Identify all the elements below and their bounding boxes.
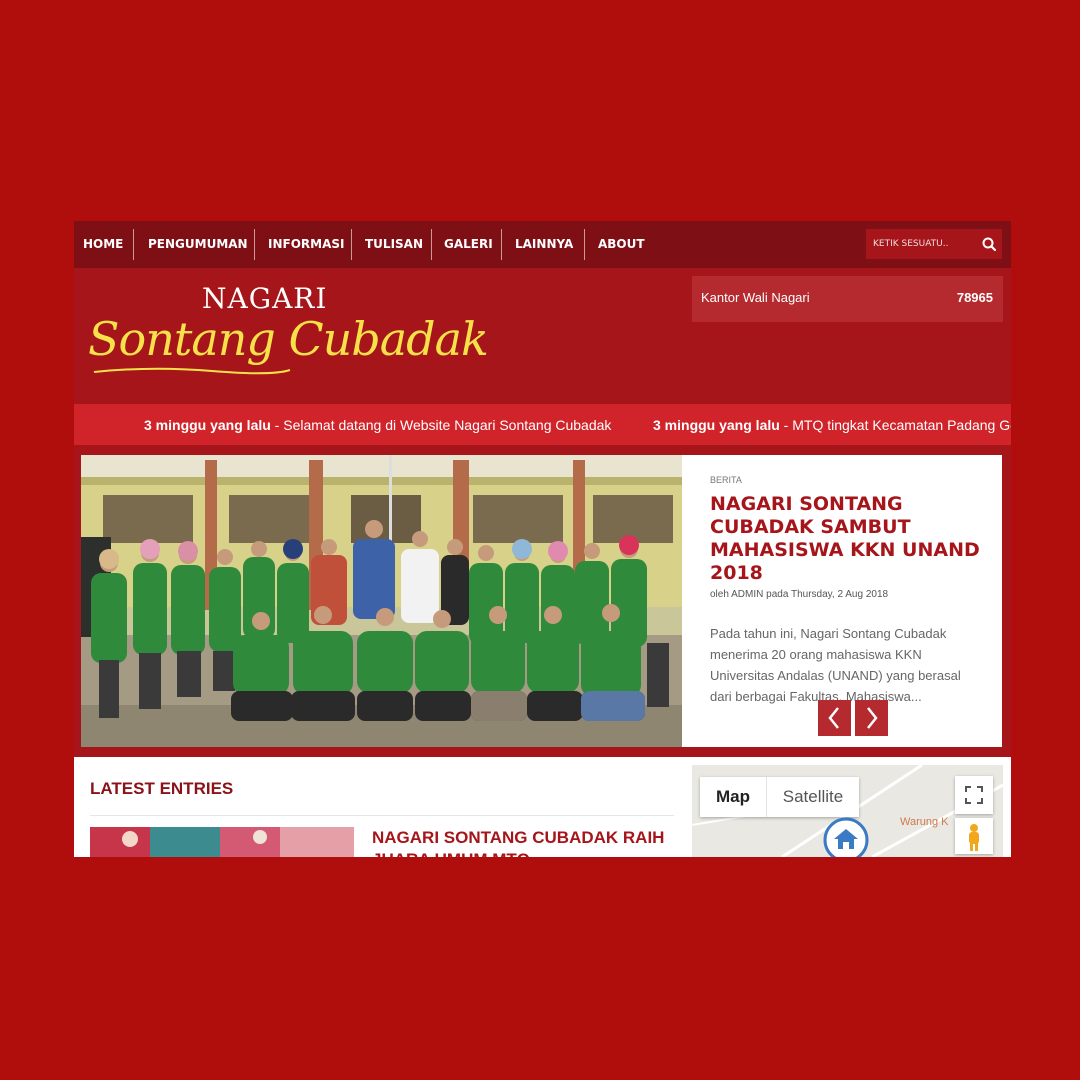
- article-category[interactable]: BERITA: [710, 475, 742, 485]
- article-title[interactable]: NAGARI SONTANG CUBADAK SAMBUT MAHASISWA …: [710, 493, 980, 585]
- nav-divider: [254, 229, 255, 260]
- search-icon[interactable]: [976, 229, 1002, 259]
- slider-prev-button[interactable]: [818, 700, 851, 736]
- website-screenshot: HOME PENGUMUMAN INFORMASI TULISAN GALERI…: [74, 221, 1011, 857]
- nav-informasi[interactable]: INFORMASI: [268, 221, 344, 268]
- nav-divider: [133, 229, 134, 260]
- map-type-tabs: Map Satellite: [700, 777, 859, 817]
- latest-entries: LATEST ENTRIES NAGARI SONTANG CUBADAK RA…: [80, 765, 684, 857]
- article-meta: oleh ADMIN pada Thursday, 2 Aug 2018: [710, 589, 889, 600]
- nav-pengumuman[interactable]: PENGUMUMAN: [148, 221, 248, 268]
- entry-title[interactable]: NAGARI SONTANG CUBADAK RAIH JUARA UMUM M…: [372, 827, 672, 857]
- visitor-counter: Kantor Wali Nagari 78965: [692, 276, 1003, 322]
- nav-divider: [351, 229, 352, 260]
- content-area: LATEST ENTRIES NAGARI SONTANG CUBADAK RA…: [74, 757, 1011, 857]
- tab-satellite[interactable]: Satellite: [766, 777, 859, 817]
- nav-lainnya[interactable]: LAINNYA: [515, 221, 573, 268]
- top-nav: HOME PENGUMUMAN INFORMASI TULISAN GALERI…: [74, 221, 1011, 268]
- ticker-text: - MTQ tingkat Kecamatan Padang Ge: [779, 417, 1011, 433]
- site-header: NAGARI Sontang Cubadak Kantor Wali Nagar…: [74, 268, 1011, 403]
- latest-entries-heading: LATEST ENTRIES: [90, 779, 234, 798]
- counter-label: Kantor Wali Nagari: [701, 290, 810, 305]
- chevron-left-icon: [828, 707, 839, 729]
- logo-underline-flourish: [93, 367, 291, 375]
- featured-article: BERITA NAGARI SONTANG CUBADAK SAMBUT MAH…: [682, 455, 1002, 747]
- featured-slider: BERITA NAGARI SONTANG CUBADAK SAMBUT MAH…: [81, 455, 1002, 747]
- nav-divider: [584, 229, 585, 260]
- nav-divider: [431, 229, 432, 260]
- nav-tulisan[interactable]: TULISAN: [365, 221, 423, 268]
- pegman-icon[interactable]: [955, 818, 993, 854]
- logo-nagari-text: NAGARI: [202, 282, 328, 315]
- home-marker-icon[interactable]: [823, 817, 869, 857]
- chevron-right-icon: [867, 707, 878, 729]
- ticker-time: 3 minggu yang lalu: [653, 417, 780, 433]
- nav-divider: [501, 229, 502, 260]
- nav-home[interactable]: HOME: [83, 221, 123, 268]
- entry-thumbnail[interactable]: [90, 827, 354, 857]
- tab-map[interactable]: Map: [700, 777, 766, 817]
- ticker-time: 3 minggu yang lalu: [144, 417, 271, 433]
- ticker-text: - Selamat datang di Website Nagari Sonta…: [270, 417, 612, 433]
- search-input[interactable]: [866, 229, 976, 259]
- nav-about[interactable]: ABOUT: [598, 221, 645, 268]
- fullscreen-icon[interactable]: [955, 776, 993, 814]
- divider: [90, 815, 674, 816]
- featured-photo[interactable]: [81, 455, 682, 747]
- ticker-item[interactable]: 3 minggu yang lalu - Selamat datang di W…: [144, 404, 611, 445]
- map-place-label: Warung K: [900, 816, 949, 828]
- map-widget[interactable]: Map Satellite Warung K: [692, 765, 1003, 857]
- search-box: [866, 229, 1002, 259]
- nav-galeri[interactable]: GALERI: [444, 221, 493, 268]
- slider-next-button[interactable]: [855, 700, 888, 736]
- counter-value: 78965: [956, 290, 993, 305]
- news-ticker: 3 minggu yang lalu - Selamat datang di W…: [74, 404, 1011, 445]
- article-excerpt: Pada tahun ini, Nagari Sontang Cubadak m…: [710, 626, 961, 704]
- ticker-item[interactable]: 3 minggu yang lalu - MTQ tingkat Kecamat…: [653, 404, 1011, 445]
- logo-script-text: Sontang Cubadak: [88, 312, 489, 366]
